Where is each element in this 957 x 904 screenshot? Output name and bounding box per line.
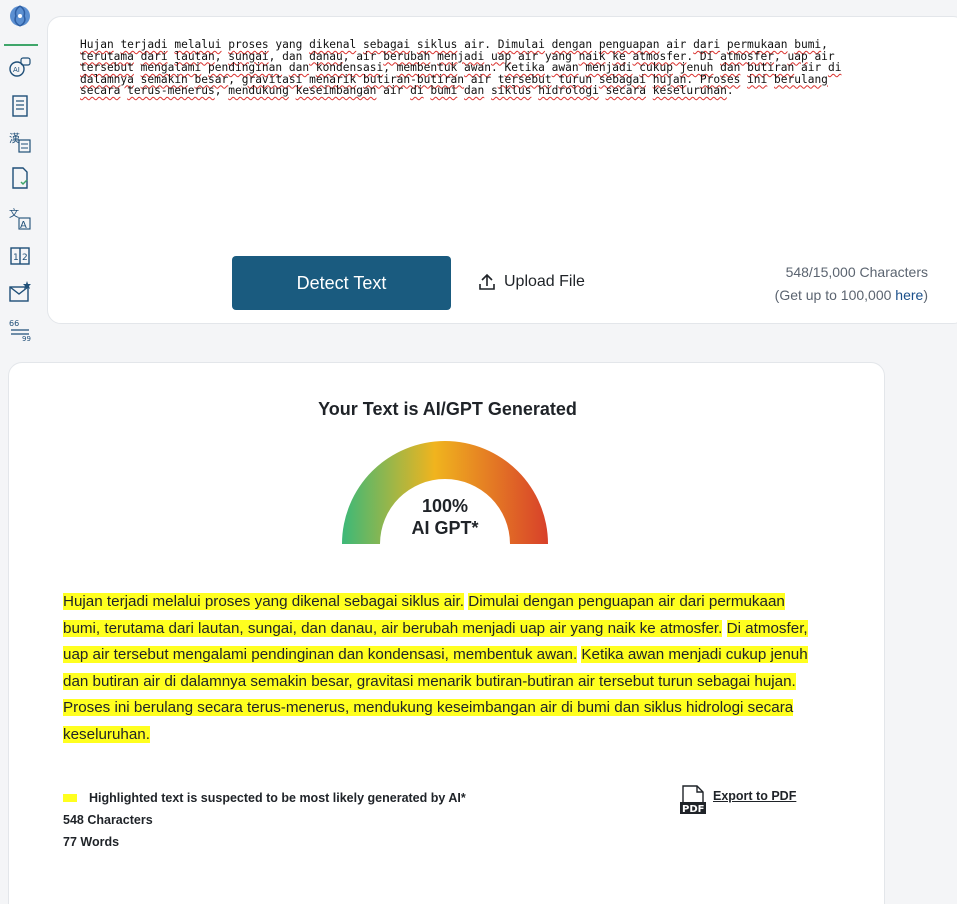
spellcheck-word: awan bbox=[464, 61, 491, 74]
character-count-text: 548/15,000 Characters bbox=[785, 264, 928, 280]
translate-text-icon[interactable]: 漢 bbox=[8, 130, 32, 154]
spellcheck-word: siklus bbox=[491, 84, 532, 97]
character-counter: 548/15,000 Characters (Get up to 100,000… bbox=[775, 261, 928, 307]
gauge-label: AI GPT* bbox=[411, 518, 479, 538]
spellcheck-word: berulang bbox=[774, 72, 828, 86]
quote-icon[interactable]: 66 99 bbox=[8, 318, 32, 342]
gauge-percent: 100% bbox=[421, 496, 469, 516]
upsell-prefix: (Get up to 100,000 bbox=[774, 287, 896, 303]
highlight-swatch bbox=[63, 794, 77, 802]
highlighted-sentence: Proses ini berulang secara terus-menerus… bbox=[63, 699, 794, 743]
svg-text:66: 66 bbox=[9, 319, 19, 328]
sidebar-active-indicator bbox=[4, 44, 38, 46]
mail-star-icon[interactable] bbox=[8, 280, 32, 304]
result-card: Your Text is AI/GPT Generated 100% AI GP… bbox=[8, 362, 885, 904]
pdf-icon: PDF bbox=[680, 785, 706, 815]
language-icon[interactable]: 文 A bbox=[8, 206, 32, 230]
legend-text: Highlighted text is suspected to be most… bbox=[89, 791, 466, 805]
tools-sidebar: AI 漢 文 A 1 2 66 99 bbox=[0, 0, 38, 350]
ai-chat-icon[interactable]: AI bbox=[8, 56, 32, 80]
words-stat: 77 Words bbox=[63, 835, 120, 849]
svg-text:99: 99 bbox=[22, 335, 31, 342]
compare-icon[interactable]: 1 2 bbox=[8, 244, 32, 268]
upsell-text: (Get up to 100,000 here) bbox=[775, 284, 928, 307]
input-card: Hujan terjadi melalui proses yang dikena… bbox=[47, 16, 957, 324]
spellcheck-word: bumi bbox=[430, 84, 458, 97]
spellcheck-word: di bbox=[410, 84, 424, 97]
spellcheck-word: mendukung bbox=[228, 84, 289, 97]
highlighted-text: Hujan terjadi melalui proses yang dikena… bbox=[63, 589, 823, 748]
svg-text:漢: 漢 bbox=[9, 132, 20, 145]
upload-file-button[interactable]: Upload File bbox=[478, 270, 585, 294]
upsell-link[interactable]: here bbox=[895, 287, 923, 303]
upload-file-label: Upload File bbox=[504, 273, 585, 290]
export-pdf-button[interactable]: PDF Export to PDF bbox=[679, 785, 796, 817]
brain-logo-icon[interactable] bbox=[9, 0, 31, 40]
gauge-readout: 100% AI GPT* bbox=[380, 495, 510, 539]
result-title: Your Text is AI/GPT Generated bbox=[318, 399, 577, 419]
spellcheck-word: keseluruhan bbox=[652, 84, 727, 97]
svg-text:文: 文 bbox=[9, 207, 19, 220]
characters-stat: 548 Characters bbox=[63, 813, 153, 827]
document-check-icon[interactable] bbox=[8, 166, 32, 190]
spellcheck-word: dan bbox=[464, 84, 485, 97]
detect-text-button[interactable]: Detect Text bbox=[232, 256, 451, 310]
upload-icon bbox=[479, 273, 495, 290]
spellcheck-word: secara bbox=[605, 84, 646, 97]
export-pdf-label: Export to PDF bbox=[713, 789, 797, 803]
spellcheck-word: terus-menerus bbox=[127, 84, 215, 97]
spellcheck-word: hidrologi bbox=[538, 84, 599, 97]
legend-row: Highlighted text is suspected to be most… bbox=[63, 787, 466, 809]
svg-text:1: 1 bbox=[13, 253, 19, 263]
svg-text:AI: AI bbox=[13, 66, 20, 74]
result-legend: Highlighted text is suspected to be most… bbox=[63, 787, 466, 853]
spellcheck-word: keseimbangan bbox=[295, 84, 377, 97]
spellcheck-word: secara bbox=[80, 84, 121, 97]
document-list-icon[interactable] bbox=[8, 94, 32, 118]
spellcheck-word: ini bbox=[747, 72, 768, 86]
svg-text:PDF: PDF bbox=[682, 804, 704, 815]
upsell-suffix: ) bbox=[923, 287, 928, 303]
text-input-area[interactable]: Hujan terjadi melalui proses yang dikena… bbox=[80, 39, 905, 97]
highlighted-sentence: Hujan terjadi melalui proses yang dikena… bbox=[63, 593, 464, 610]
spellcheck-word: dari bbox=[693, 38, 721, 51]
spellcheck-word: di bbox=[827, 61, 842, 74]
svg-text:2: 2 bbox=[22, 253, 28, 263]
